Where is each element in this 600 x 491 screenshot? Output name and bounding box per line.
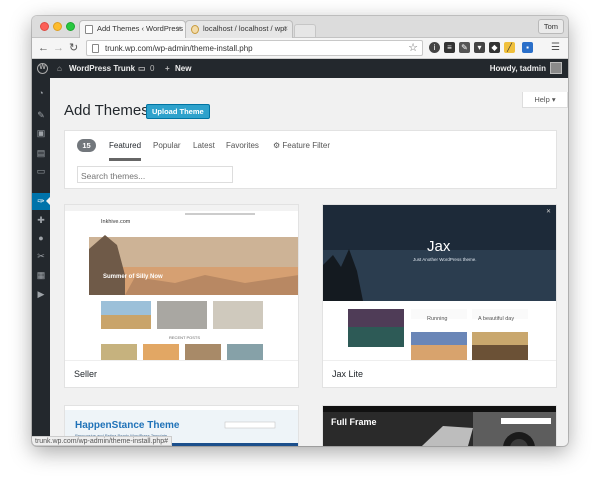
theme-screenshot[interactable]: Full Frame bbox=[323, 406, 556, 446]
browser-window: Add Themes ‹ WordPress × localhost / loc… bbox=[32, 16, 568, 446]
admin-sidebar: ◔ ✎ ▣ ▤ ▭ ✑ ✚ ● ✂ ▦ ▶ bbox=[32, 78, 50, 446]
tab-popular[interactable]: Popular bbox=[153, 141, 181, 150]
jax-hero-title: Jax bbox=[427, 238, 451, 255]
help-label: Help bbox=[534, 95, 550, 104]
upload-theme-button[interactable]: Upload Theme bbox=[146, 104, 210, 119]
full-frame-title: Full Frame bbox=[331, 417, 377, 427]
theme-screenshot[interactable]: Inkhive.com Summer of Silly Now RECENT P… bbox=[65, 205, 298, 360]
theme-name[interactable]: Seller bbox=[74, 369, 97, 379]
pocket-extension-icon[interactable]: ▾ bbox=[474, 42, 485, 53]
comments-icon[interactable]: ▭ bbox=[36, 166, 46, 176]
theme-count-badge: 15 bbox=[77, 139, 96, 152]
avatar[interactable] bbox=[550, 62, 562, 74]
new-tab-button[interactable] bbox=[294, 24, 316, 37]
url-text: trunk.wp.com/wp-admin/theme-install.php bbox=[105, 44, 253, 53]
page-info-icon[interactable] bbox=[92, 44, 99, 53]
users-icon[interactable]: ● bbox=[36, 233, 46, 243]
page-title: Add Themes bbox=[64, 102, 149, 119]
theme-name[interactable]: Jax Lite bbox=[332, 369, 363, 379]
new-content-link[interactable]: New bbox=[175, 64, 191, 73]
account-greeting[interactable]: Howdy, tadmin bbox=[490, 64, 546, 73]
jax-hero-subtitle: Just Another WordPress theme. bbox=[413, 257, 477, 262]
media-icon[interactable]: ▣ bbox=[36, 128, 46, 138]
seller-site-title: Inkhive.com bbox=[101, 219, 131, 225]
feature-filter-label: Feature Filter bbox=[282, 141, 330, 150]
close-tab-icon[interactable]: × bbox=[176, 24, 181, 33]
tools-wrench-icon[interactable]: ✂ bbox=[36, 251, 46, 261]
tab-latest[interactable]: Latest bbox=[193, 141, 215, 150]
comments-count[interactable]: 0 bbox=[150, 64, 154, 73]
evernote-extension-icon[interactable]: ✎ bbox=[459, 42, 470, 53]
collapse-menu-icon[interactable]: ▶ bbox=[36, 289, 46, 299]
back-arrow-icon[interactable]: ← bbox=[38, 41, 49, 55]
address-bar[interactable]: trunk.wp.com/wp-admin/theme-install.php … bbox=[86, 40, 423, 56]
site-name-link[interactable]: WordPress Trunk bbox=[69, 64, 135, 73]
theme-card-full-frame[interactable]: Full Frame bbox=[322, 405, 557, 446]
browser-toolbar: ← → ↻ trunk.wp.com/wp-admin/theme-instal… bbox=[32, 38, 568, 59]
status-bar-url: trunk.wp.com/wp-admin/theme-install.php# bbox=[32, 436, 173, 446]
browser-tab-localhost[interactable]: localhost / localhost / wpt × bbox=[185, 20, 293, 38]
maximize-window-button[interactable] bbox=[66, 22, 75, 31]
gear-icon: ⚙ bbox=[273, 141, 281, 150]
appearance-brush-icon[interactable]: ✑ bbox=[36, 196, 46, 206]
feature-filter-button[interactable]: ⚙ Feature Filter bbox=[273, 141, 330, 150]
forward-arrow-icon[interactable]: → bbox=[53, 41, 64, 55]
theme-name-bar[interactable] bbox=[65, 360, 298, 387]
help-tab[interactable]: Help ▾ bbox=[522, 92, 568, 108]
minimize-window-button[interactable] bbox=[53, 22, 62, 31]
settings-icon[interactable]: ▦ bbox=[36, 270, 46, 280]
bookmark-star-icon[interactable]: ☆ bbox=[408, 41, 418, 54]
reload-icon[interactable]: ↻ bbox=[69, 41, 78, 55]
tab-strip: Add Themes ‹ WordPress × localhost / loc… bbox=[32, 16, 568, 38]
layers-extension-icon[interactable]: ≡ bbox=[444, 42, 455, 53]
plugins-icon[interactable]: ✚ bbox=[36, 215, 46, 225]
badge-extension-icon[interactable]: ▪ bbox=[522, 42, 533, 53]
jax-post-running: Running bbox=[427, 316, 448, 322]
happenstance-title: HappenStance Theme bbox=[75, 420, 180, 431]
close-tab-icon[interactable]: × bbox=[283, 24, 288, 33]
main-content: Add Themes Upload Theme Help ▾ 15 Featur… bbox=[50, 78, 568, 446]
home-icon[interactable]: ⌂ bbox=[57, 64, 62, 73]
search-themes-input[interactable] bbox=[77, 166, 233, 183]
tab-label: Add Themes ‹ WordPress bbox=[97, 24, 184, 33]
menu-icon[interactable]: ☰ bbox=[551, 41, 560, 55]
tab-label: localhost / localhost / wpt bbox=[203, 24, 287, 33]
comments-icon[interactable]: ▭ bbox=[138, 64, 146, 73]
theme-card-seller[interactable]: Inkhive.com Summer of Silly Now RECENT P… bbox=[64, 204, 299, 388]
theme-filter-bar: 15 Featured Popular Latest Favorites ⚙ F… bbox=[64, 130, 557, 189]
close-window-button[interactable] bbox=[40, 22, 49, 31]
wordpress-logo-icon[interactable]: W bbox=[37, 63, 48, 74]
tab-favorites[interactable]: Favorites bbox=[226, 141, 259, 150]
ruler-extension-icon[interactable]: ╱ bbox=[504, 42, 515, 53]
site-icon bbox=[191, 25, 199, 34]
browser-tab-add-themes[interactable]: Add Themes ‹ WordPress × bbox=[79, 20, 186, 38]
theme-card-jax-lite[interactable]: Jax Just Another WordPress theme. Runnin… bbox=[322, 204, 557, 388]
theme-screenshot[interactable]: Jax Just Another WordPress theme. Runnin… bbox=[323, 205, 556, 360]
seller-recent-posts: RECENT POSTS bbox=[169, 335, 201, 340]
close-icon: ✕ bbox=[545, 209, 551, 215]
pages-icon[interactable]: ▤ bbox=[36, 148, 46, 158]
tab-featured[interactable]: Featured bbox=[109, 141, 142, 161]
dark-extension-icon[interactable]: ◆ bbox=[489, 42, 500, 53]
plus-icon[interactable]: + bbox=[165, 64, 170, 73]
wp-admin-bar: W ⌂ WordPress Trunk ▭ 0 + New Howdy, tad… bbox=[32, 59, 568, 78]
jax-preview-image bbox=[323, 205, 556, 360]
seller-hero-text: Summer of Silly Now bbox=[103, 274, 163, 280]
info-extension-icon[interactable]: i bbox=[429, 42, 440, 53]
page-icon bbox=[85, 25, 93, 34]
posts-pin-icon[interactable]: ✎ bbox=[36, 110, 46, 120]
jax-post-beautiful-day: A beautiful day bbox=[478, 316, 515, 322]
dashboard-icon[interactable]: ◔ bbox=[36, 88, 46, 98]
profile-button[interactable]: Tom bbox=[537, 19, 564, 34]
